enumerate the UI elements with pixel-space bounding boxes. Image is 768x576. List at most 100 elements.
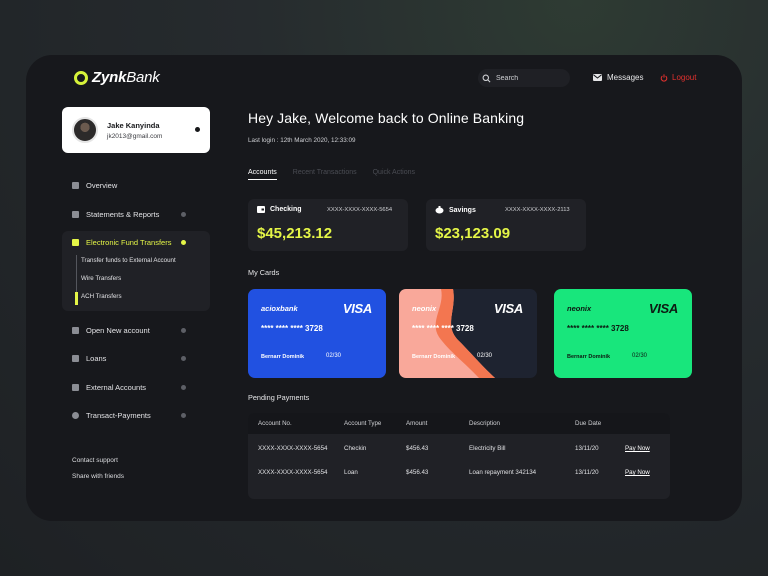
page-title: Hey Jake, Welcome back to Online Banking — [248, 110, 525, 126]
card-holder: Bernarr Dominik — [412, 354, 456, 360]
sidebar-item-label: External Accounts — [86, 383, 147, 392]
sidebar-item-label: Electronic Fund Transfers — [86, 238, 172, 247]
card-icon — [72, 239, 79, 246]
sidebar-item-statements[interactable]: Statements & Reports — [72, 210, 186, 219]
profile-email: jk2013@gmail.com — [107, 132, 163, 140]
sidebar-item-transact-payments[interactable]: Transact-Payments — [72, 411, 186, 420]
wallet-icon — [257, 206, 265, 213]
sidebar-item-label: Overview — [86, 181, 118, 190]
card-brand: acioxbank — [261, 304, 298, 313]
account-name: Checking — [270, 206, 302, 213]
sidebar-item-label: Loans — [86, 354, 107, 363]
logout-button[interactable]: Logout — [660, 73, 696, 82]
account-name: Savings — [449, 206, 476, 214]
dollar-icon — [72, 412, 79, 419]
card-holder: Bernarr Dominik — [261, 354, 305, 360]
sidebar-item-label: Transact-Payments — [86, 411, 151, 420]
table-cell-account: XXXX-XXXX-XXXX-5654 — [258, 445, 328, 452]
tab-recent-transactions[interactable]: Recent Transactions — [293, 169, 357, 180]
search-box[interactable] — [478, 69, 570, 87]
table-cell-account: XXXX-XXXX-XXXX-5654 — [258, 469, 328, 476]
mail-icon — [593, 74, 602, 81]
column-header: Account Type — [344, 420, 382, 427]
tab-quick-actions[interactable]: Quick Actions — [373, 169, 415, 180]
account-number: XXXX-XXXX-XXXX-2113 — [505, 207, 570, 213]
more-options-icon[interactable] — [195, 127, 200, 132]
contact-support-link[interactable]: Contact support — [72, 457, 118, 464]
table-cell-description: Electricity Bill — [469, 445, 506, 452]
chevron-right-icon — [181, 356, 186, 361]
table-cell-type: Loan — [344, 469, 358, 476]
profile-card[interactable]: Jake Kanyinda jk2013@gmail.com — [62, 107, 210, 153]
sidebar-item-loans[interactable]: Loans — [72, 354, 186, 363]
chevron-right-icon — [181, 413, 186, 418]
power-icon — [660, 73, 668, 82]
chevron-right-icon — [181, 385, 186, 390]
column-header: Due Date — [575, 420, 602, 427]
tab-bar: Accounts Recent Transactions Quick Actio… — [248, 169, 415, 180]
my-cards-title: My Cards — [248, 268, 280, 277]
chevron-right-icon — [181, 328, 186, 333]
messages-button[interactable]: Messages — [593, 73, 643, 82]
sidebar-item-label: Open New account — [86, 326, 150, 335]
pending-payments-table: Account No. Account Type Amount Descript… — [248, 413, 670, 499]
piggy-bank-icon — [435, 206, 444, 214]
grid-icon — [72, 182, 79, 189]
bank-card-2[interactable]: neonix VISA **** **** **** 3728 Bernarr … — [399, 289, 537, 378]
submenu-active-indicator — [75, 292, 78, 305]
card-number: **** **** **** 3728 — [567, 324, 629, 333]
tab-accounts[interactable]: Accounts — [248, 169, 277, 180]
card-expiry: 02/30 — [632, 353, 648, 359]
cash-icon — [72, 355, 79, 362]
avatar — [72, 117, 98, 143]
logo-text-light: Bank — [126, 69, 160, 86]
sidebar-item-overview[interactable]: Overview — [72, 181, 186, 190]
bank-icon — [72, 384, 79, 391]
logo-icon — [74, 70, 88, 85]
submenu-item-wire[interactable]: Wire Transfers — [81, 275, 121, 282]
sidebar-item-external-accounts[interactable]: External Accounts — [72, 383, 186, 392]
visa-logo: VISA — [648, 301, 678, 316]
table-cell-amount: $456.43 — [406, 469, 429, 476]
table-cell-type: Checkin — [344, 445, 367, 452]
logo-text-bold: Zynk — [92, 69, 127, 86]
account-card-savings[interactable]: Savings XXXX-XXXX-XXXX-2113 $23,123.09 — [426, 199, 586, 251]
share-link[interactable]: Share with friends — [72, 473, 124, 480]
profile-name: Jake Kanyinda — [107, 120, 160, 130]
account-number: XXXX-XXXX-XXXX-5654 — [327, 207, 393, 213]
logout-label: Logout — [672, 73, 697, 82]
app-window: ZynkBank Messages Logout Jake Kanyinda j… — [26, 55, 742, 521]
chevron-down-icon — [181, 240, 186, 245]
account-balance: $45,213.12 — [257, 225, 333, 242]
bank-card-1[interactable]: acioxbank VISA **** **** **** 3728 Berna… — [248, 289, 386, 378]
card-number: **** **** **** 3728 — [261, 324, 323, 333]
card-brand: neonix — [412, 304, 437, 313]
account-balance: $23,123.09 — [435, 225, 511, 242]
sidebar-item-label: Statements & Reports — [86, 210, 160, 219]
search-icon — [482, 74, 491, 82]
logo[interactable]: ZynkBank — [74, 69, 160, 86]
messages-label: Messages — [607, 73, 644, 82]
pay-now-link[interactable]: Pay Now — [625, 469, 650, 476]
sidebar-item-open-account[interactable]: Open New account — [72, 326, 186, 335]
sidebar-item-eft[interactable]: Electronic Fund Transfers — [72, 238, 186, 247]
card-holder: Bernarr Dominik — [567, 354, 611, 360]
column-header: Description — [469, 420, 500, 427]
column-header: Account No. — [258, 420, 292, 427]
search-input[interactable] — [496, 74, 566, 82]
submenu-item-ach[interactable]: ACH Transfers — [81, 293, 122, 300]
chevron-right-icon — [181, 212, 186, 217]
plus-square-icon — [72, 327, 79, 334]
pay-now-link[interactable]: Pay Now — [625, 445, 650, 452]
card-expiry: 02/30 — [477, 353, 493, 359]
table-cell-description: Loan repayment 342134 — [469, 469, 537, 476]
table-header — [248, 413, 670, 434]
table-cell-due: 13/11/20 — [575, 445, 599, 452]
last-login-text: Last login : 12th March 2020, 12:33:09 — [248, 137, 356, 144]
column-header: Amount — [406, 420, 428, 427]
table-cell-amount: $456.43 — [406, 445, 429, 452]
submenu-item-external-transfer[interactable]: Transfer funds to External Account — [81, 257, 176, 264]
bank-card-3[interactable]: neonix VISA **** **** **** 3728 Bernarr … — [554, 289, 692, 378]
account-card-checking[interactable]: Checking XXXX-XXXX-XXXX-5654 $45,213.12 — [248, 199, 408, 251]
card-expiry: 02/30 — [326, 353, 342, 359]
